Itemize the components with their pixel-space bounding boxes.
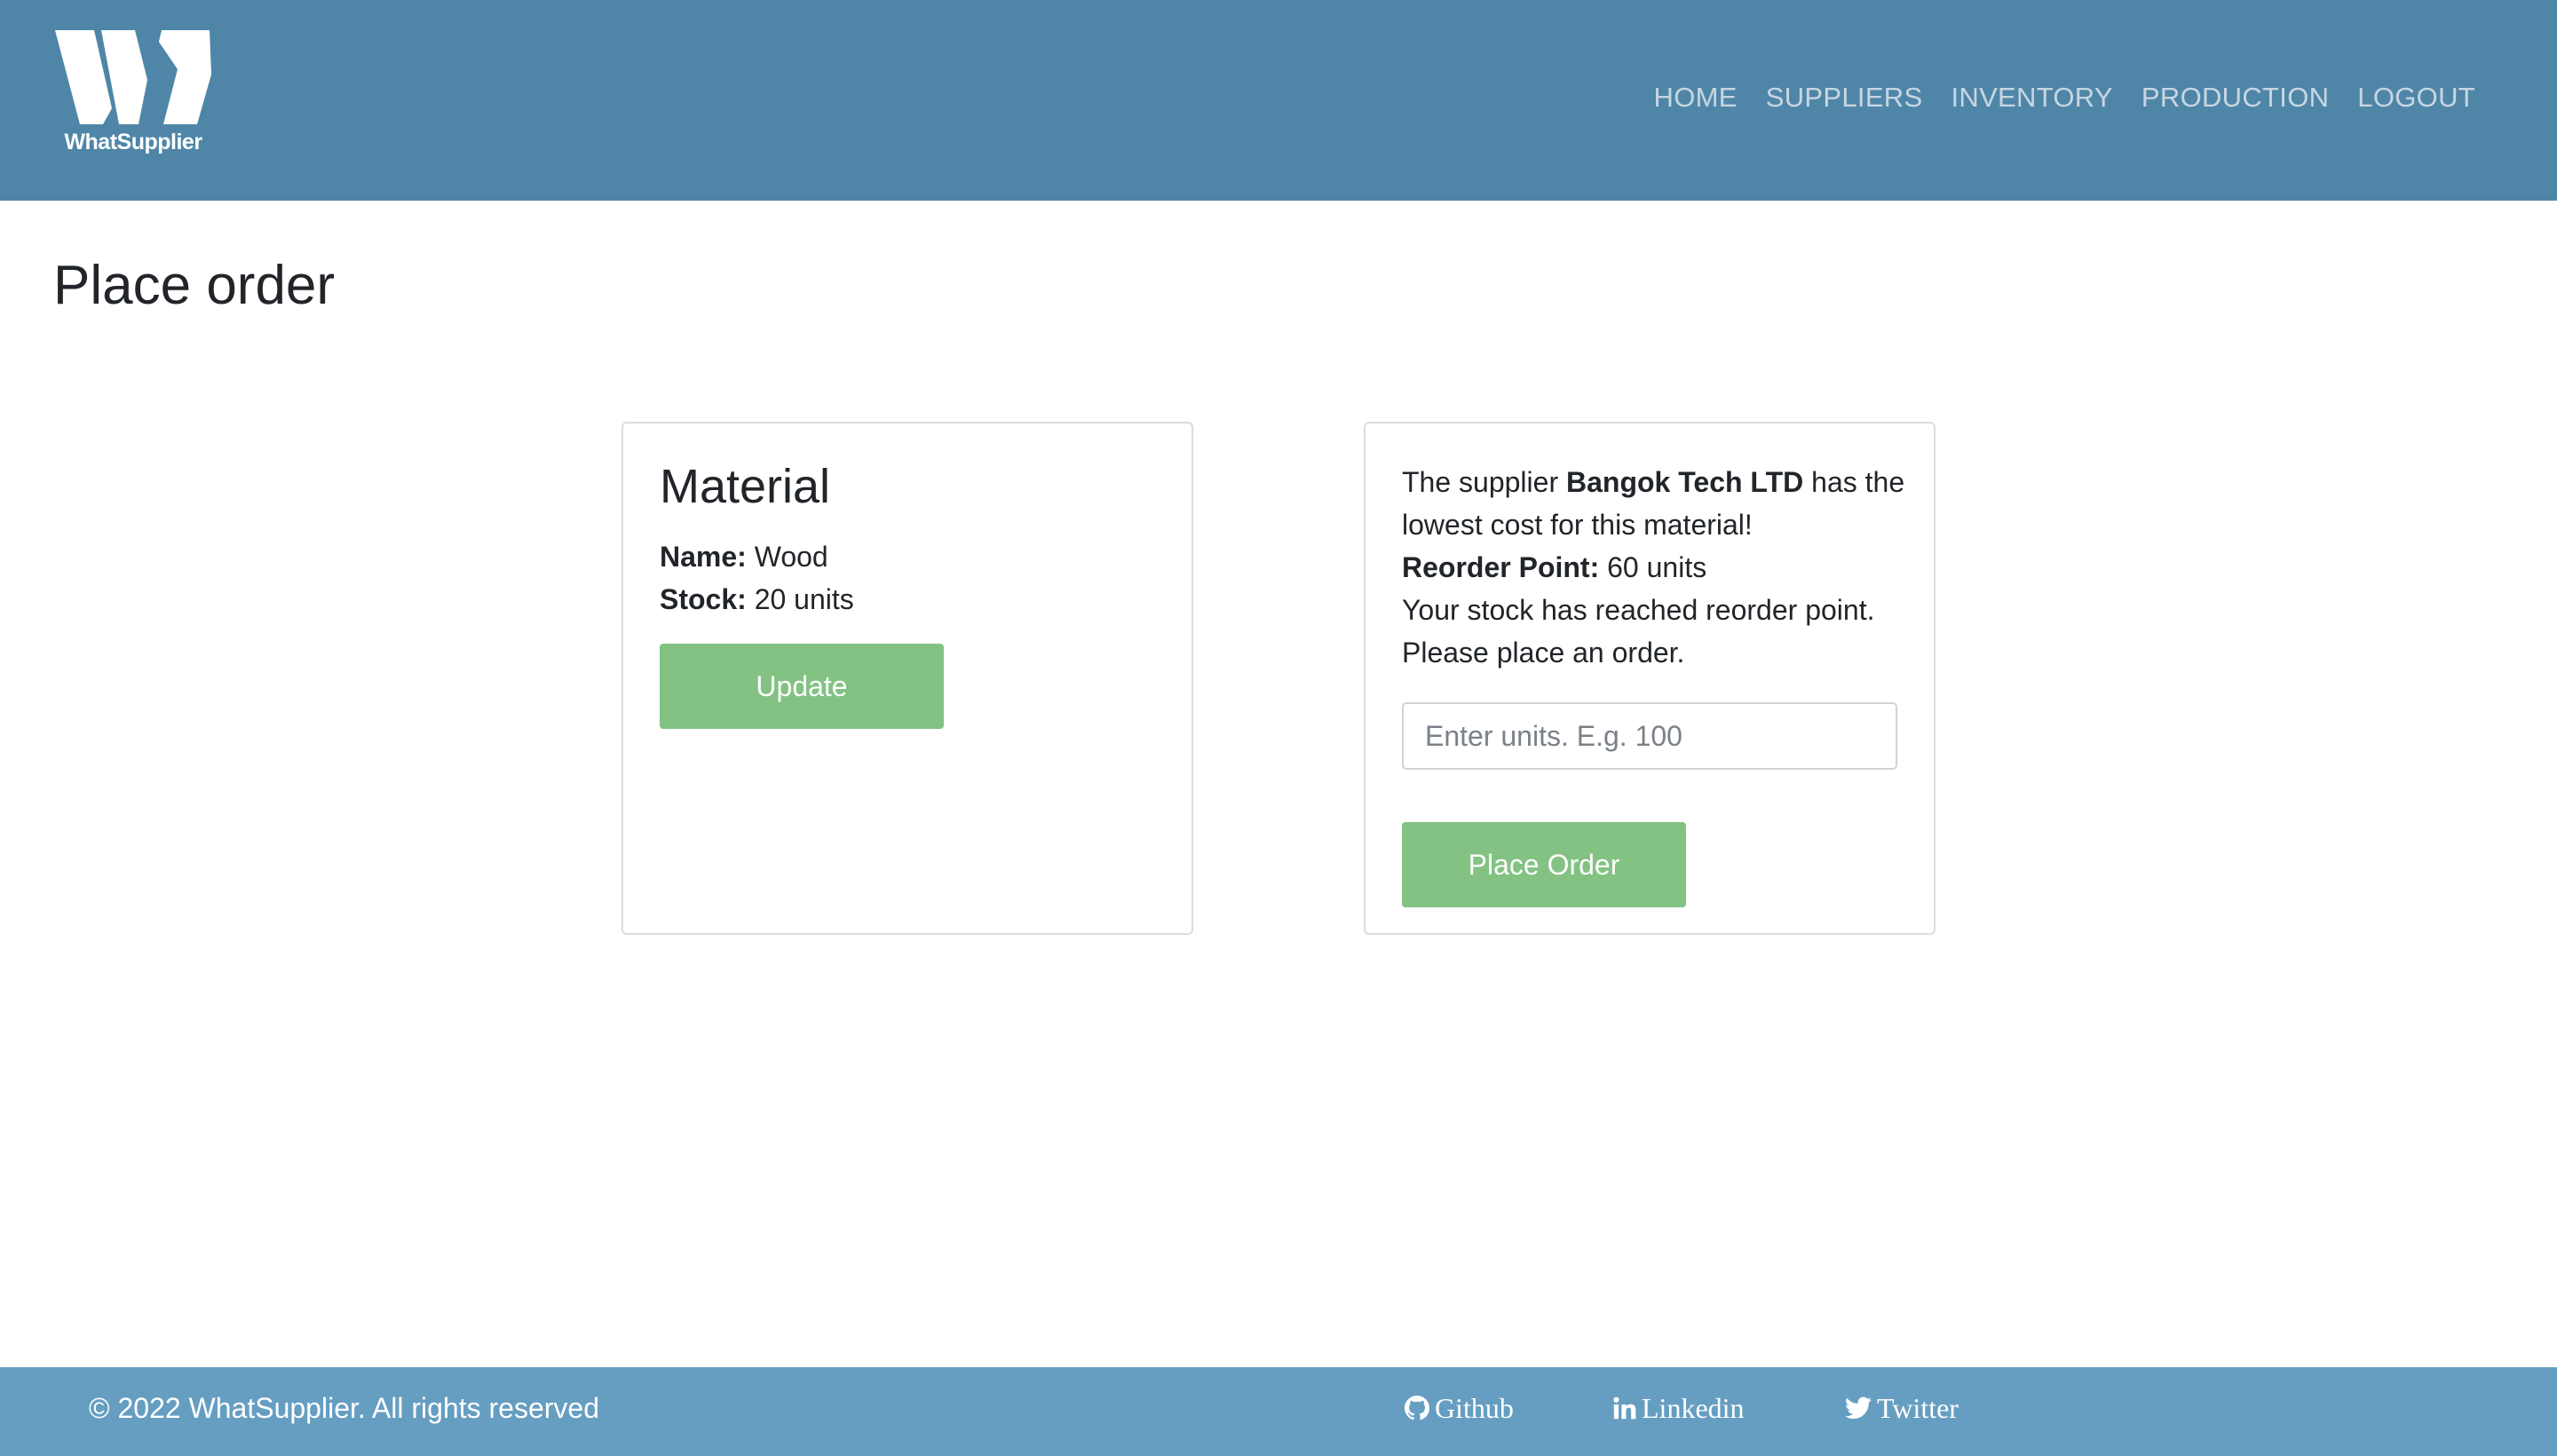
supplier-name: Bangok Tech LTD [1565, 466, 1804, 498]
github-icon [1405, 1396, 1429, 1420]
twitter-label: Twitter [1877, 1392, 1959, 1424]
supplier-message: The supplier Bangok Tech LTD has the low… [1402, 461, 1908, 546]
linkedin-icon [1613, 1397, 1636, 1420]
nav-logout[interactable]: LOGOUT [2357, 82, 2475, 114]
page-title: Place order [53, 255, 336, 316]
brand-logo[interactable]: WhatSupplier [53, 28, 213, 162]
units-input[interactable] [1402, 702, 1897, 770]
supplier-prefix: The supplier [1402, 466, 1559, 498]
material-name-value: Wood [754, 541, 828, 573]
reorder-point-value: 60 units [1607, 551, 1707, 583]
place-order-button[interactable]: Place Order [1402, 822, 1686, 907]
reorder-warning: Your stock has reached reorder point. Pl… [1402, 594, 1875, 669]
github-link[interactable]: Github [1405, 1367, 1514, 1449]
order-info: The supplier Bangok Tech LTD has the low… [1402, 461, 1908, 674]
material-stock-label: Stock: [660, 583, 747, 615]
top-navbar: WhatSupplier HOME SUPPLIERS INVENTORY PR… [0, 0, 2557, 201]
nav-production[interactable]: PRODUCTION [2141, 82, 2329, 114]
nav-home[interactable]: HOME [1654, 82, 1738, 114]
linkedin-label: Linkedin [1642, 1392, 1745, 1424]
brand-name: WhatSupplier [64, 130, 202, 154]
nav-suppliers[interactable]: SUPPLIERS [1766, 82, 1923, 114]
copyright-text: © 2022 WhatSupplier. All rights reserved [89, 1392, 599, 1424]
main-nav: HOME SUPPLIERS INVENTORY PRODUCTION LOGO… [1654, 82, 2475, 114]
footer: © 2022 WhatSupplier. All rights reserved… [0, 1367, 2557, 1456]
order-card: The supplier Bangok Tech LTD has the low… [1364, 422, 1936, 935]
w-logo-icon [55, 30, 211, 124]
material-heading: Material [660, 460, 831, 513]
material-name-row: Name: Wood [660, 535, 828, 578]
nav-inventory[interactable]: INVENTORY [1951, 82, 2112, 114]
reorder-point-label: Reorder Point: [1402, 551, 1600, 583]
reorder-point-row: Reorder Point: 60 units [1402, 546, 1908, 589]
linkedin-link[interactable]: Linkedin [1613, 1367, 1745, 1449]
github-label: Github [1435, 1392, 1514, 1424]
material-stock-value: 20 units [754, 583, 854, 615]
material-name-label: Name: [660, 541, 747, 573]
update-button[interactable]: Update [660, 644, 944, 729]
twitter-icon [1845, 1397, 1872, 1419]
material-card: Material Name: Wood Stock: 20 units Upda… [621, 422, 1193, 935]
material-stock-row: Stock: 20 units [660, 578, 854, 621]
twitter-link[interactable]: Twitter [1845, 1367, 1959, 1449]
